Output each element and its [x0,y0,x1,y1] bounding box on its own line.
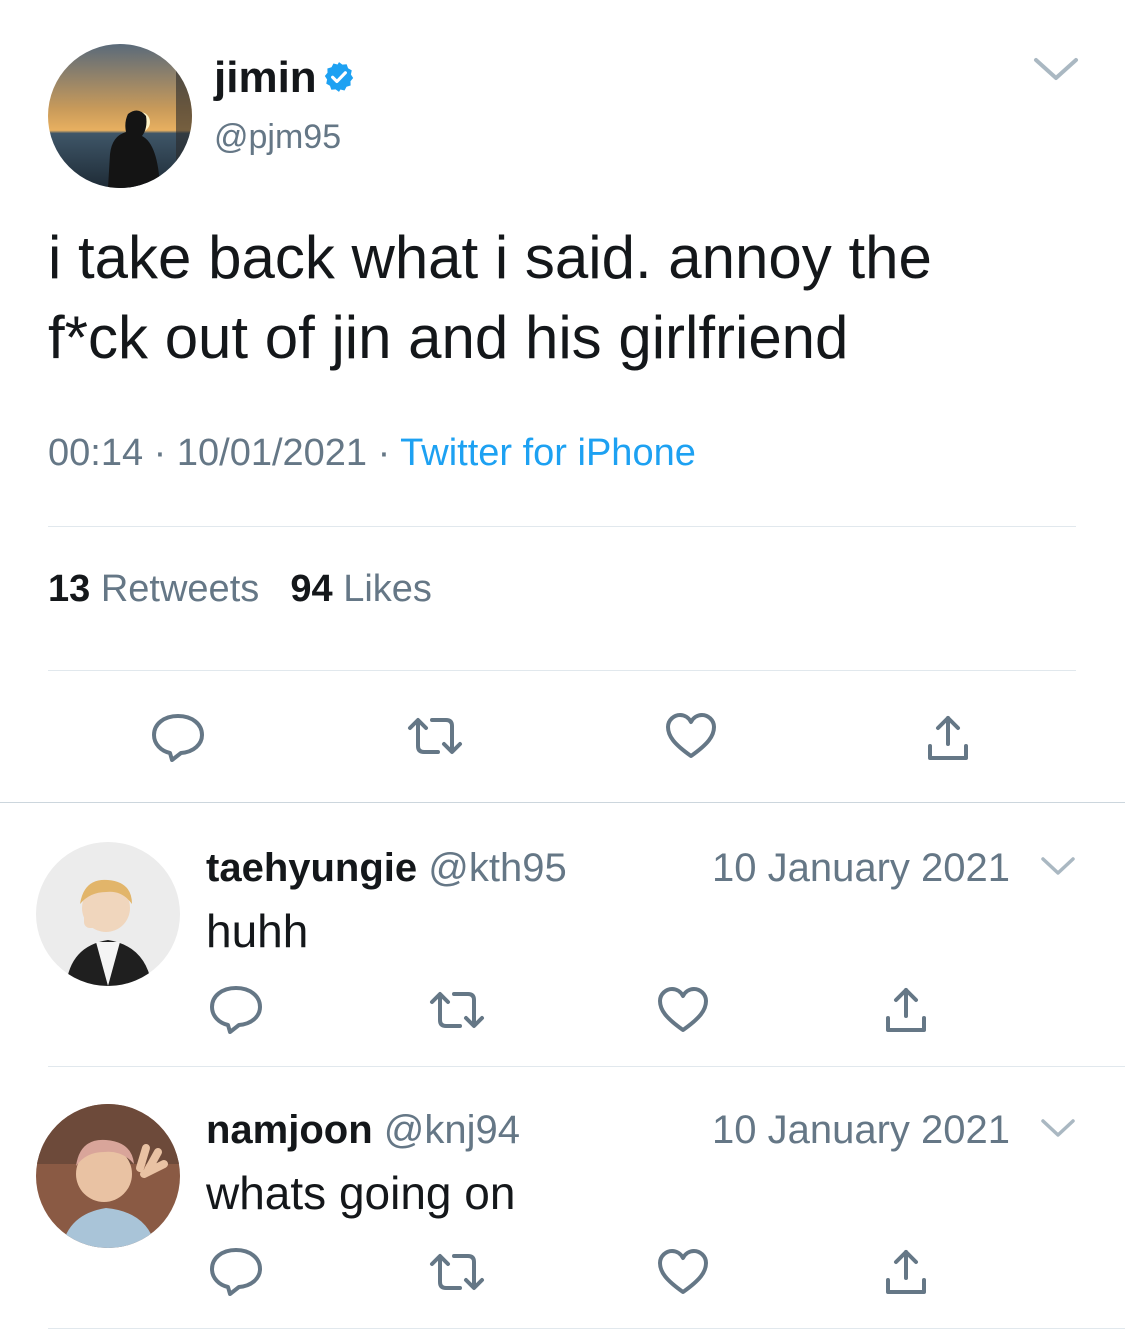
reply-date: 10 January 2021 [712,846,1011,890]
author-name[interactable]: jimin [214,52,317,104]
reply-date: 10 January 2021 [712,1108,1011,1152]
tweet-text-line-1: i take back what i said. annoy the [48,224,932,291]
reply-avatar[interactable] [36,842,180,986]
reply-bubble-icon[interactable] [208,984,264,1036]
reply-text: whats going on [206,1167,516,1219]
share-upload-icon[interactable] [882,986,930,1034]
reply-author-name[interactable]: namjoon [206,1108,373,1152]
heart-icon[interactable] [656,986,710,1034]
tweet-time: 00:14 [48,432,144,474]
likes-count: 94 [290,568,333,610]
likes-label: Likes [343,568,432,610]
reply-bubble-icon[interactable] [208,1246,264,1298]
retweet-arrows-icon[interactable] [428,988,486,1032]
heart-icon[interactable] [656,1248,710,1296]
retweet-arrows-icon[interactable] [406,714,464,758]
tweet-text-line-2: f*ck out of jin and his girlfriend [48,304,849,371]
heart-icon[interactable] [664,712,718,760]
divider [48,1066,1125,1067]
reply-author-handle[interactable]: @kth95 [428,846,566,890]
author-handle[interactable]: @pjm95 [214,116,341,158]
reply-header: namjoon @knj94 [206,1106,520,1154]
retweets-label: Retweets [100,568,260,610]
divider [48,670,1076,671]
reply-text: huhh [206,905,309,957]
chevron-down-icon[interactable] [1040,856,1076,878]
meta-separator: · [153,432,167,474]
reply-bubble-icon[interactable] [150,712,206,764]
retweet-arrows-icon[interactable] [428,1250,486,1294]
likes-stat[interactable]: 94 Likes [290,568,432,610]
tweet-source-link[interactable]: Twitter for iPhone [400,432,696,474]
tweet-date: 10/01/2021 [176,432,368,474]
chevron-down-icon[interactable] [1040,1118,1076,1140]
verified-badge-icon [322,60,356,94]
retweets-stat[interactable]: 13 Retweets [48,568,270,610]
share-upload-icon[interactable] [924,714,972,762]
reply-avatar[interactable] [36,1104,180,1248]
divider [48,526,1076,527]
reply-author-name[interactable]: taehyungie [206,846,417,890]
author-avatar[interactable] [48,44,192,188]
divider [48,1328,1125,1329]
meta-separator: · [377,432,391,474]
reply-author-handle[interactable]: @knj94 [384,1108,520,1152]
chevron-down-icon[interactable] [1032,56,1080,84]
share-upload-icon[interactable] [882,1248,930,1296]
tweet-meta: 00:14 · 10/01/2021 · Twitter for iPhone [48,430,696,476]
retweets-count: 13 [48,568,91,610]
section-divider [0,802,1125,803]
reply-header: taehyungie @kth95 [206,844,567,892]
engagement-stats: 13 Retweets 94 Likes [48,566,432,612]
